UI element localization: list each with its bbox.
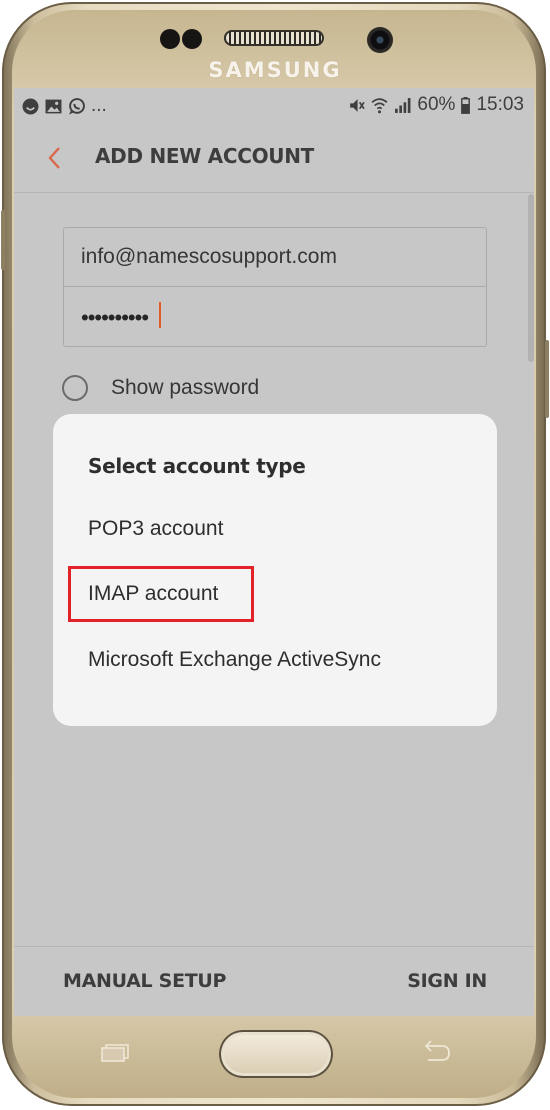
earpiece-speaker bbox=[224, 30, 324, 46]
emoji-icon bbox=[22, 98, 39, 114]
account-type-dialog: Select account type POP3 account IMAP ac… bbox=[53, 414, 497, 726]
app-bar: ADD NEW ACCOUNT bbox=[14, 124, 534, 193]
sign-in-button[interactable]: SIGN IN bbox=[407, 970, 487, 992]
show-password-label: Show password bbox=[111, 376, 260, 399]
power-button bbox=[545, 340, 549, 418]
email-field[interactable]: info@namescosupport.com bbox=[64, 228, 486, 287]
email-value: info@namescosupport.com bbox=[81, 245, 337, 268]
status-bar: ... 60% 15:03 bbox=[14, 88, 534, 124]
back-key-icon[interactable] bbox=[418, 1040, 452, 1066]
password-value: •••••••••• bbox=[81, 305, 149, 330]
front-camera bbox=[367, 27, 393, 53]
password-field[interactable]: •••••••••• bbox=[64, 287, 486, 345]
option-pop3[interactable]: POP3 account bbox=[88, 517, 223, 541]
mute-vibrate-icon bbox=[350, 98, 366, 112]
text-cursor bbox=[159, 302, 161, 328]
dialog-title: Select account type bbox=[88, 454, 306, 478]
scrollbar[interactable] bbox=[528, 194, 534, 362]
option-imap[interactable]: IMAP account bbox=[88, 582, 218, 606]
home-button[interactable] bbox=[219, 1030, 333, 1078]
signal-icon bbox=[395, 97, 411, 113]
screen: ... 60% 15:03 ADD NEW ACCOUNT info@names… bbox=[14, 88, 534, 1016]
status-more: ... bbox=[91, 95, 107, 116]
wifi-icon bbox=[371, 97, 388, 113]
login-form: info@namescosupport.com •••••••••• bbox=[63, 227, 487, 347]
show-password-radio[interactable] bbox=[62, 375, 88, 401]
sensor-dot-right bbox=[182, 29, 202, 49]
whatsapp-icon bbox=[69, 97, 85, 114]
recent-apps-icon[interactable] bbox=[100, 1044, 130, 1062]
image-icon bbox=[45, 99, 62, 113]
bottom-action-bar: MANUAL SETUP SIGN IN bbox=[14, 946, 534, 1016]
battery-percent: 60% bbox=[417, 94, 456, 115]
show-password-toggle[interactable]: Show password bbox=[62, 372, 259, 404]
status-left: ... bbox=[22, 95, 107, 117]
chevron-left-icon[interactable] bbox=[42, 144, 70, 172]
sensor-dot-left bbox=[160, 29, 180, 49]
option-exchange[interactable]: Microsoft Exchange ActiveSync bbox=[88, 648, 381, 672]
manual-setup-button[interactable]: MANUAL SETUP bbox=[63, 970, 226, 992]
brand-logo: SAMSUNG bbox=[208, 58, 342, 82]
battery-icon bbox=[461, 96, 471, 114]
page-title: ADD NEW ACCOUNT bbox=[95, 144, 315, 168]
status-right: 60% 15:03 bbox=[348, 94, 524, 116]
status-time: 15:03 bbox=[476, 94, 524, 115]
volume-button bbox=[1, 210, 5, 270]
